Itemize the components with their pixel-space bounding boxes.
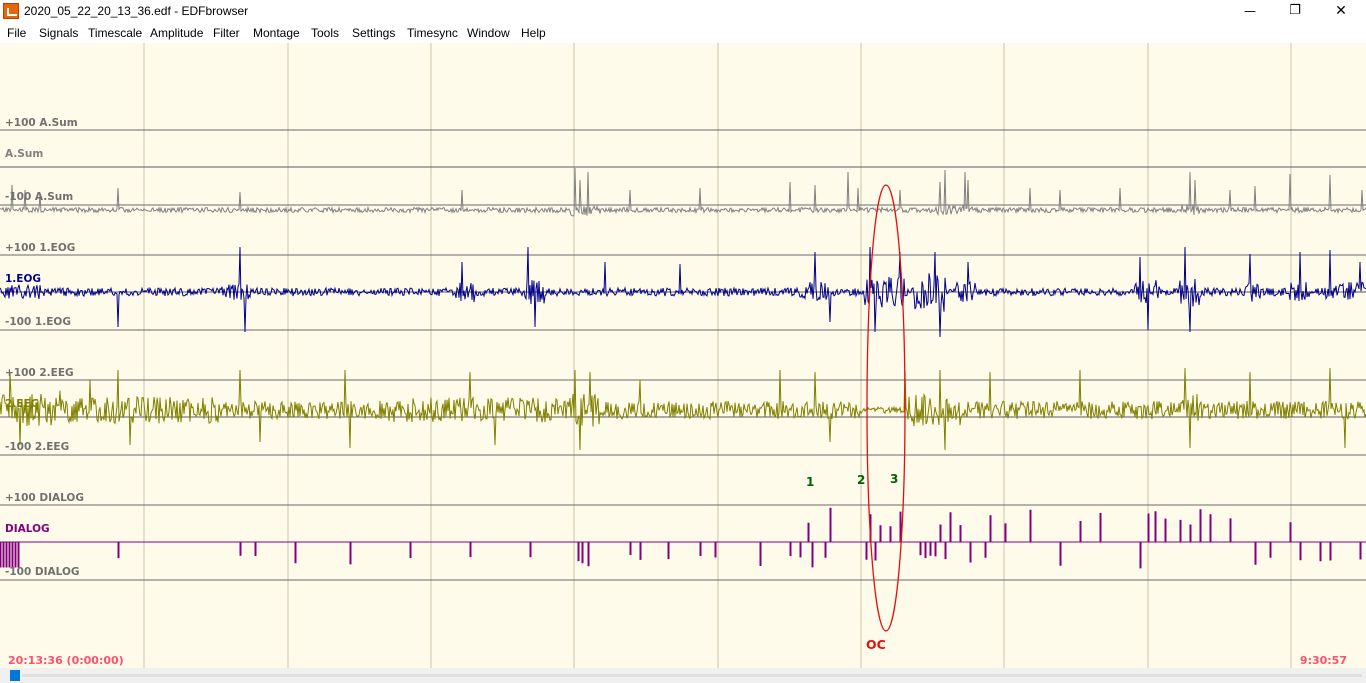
edfbrowser-app-icon	[3, 3, 19, 19]
menu-settings[interactable]: Settings	[352, 26, 395, 40]
dialog-mid-label[interactable]: DIALOG	[5, 523, 50, 535]
menu-window[interactable]: Window	[467, 26, 510, 40]
time-grid	[143, 43, 1292, 668]
asum-mid-label[interactable]: A.Sum	[5, 148, 43, 160]
menu-signals[interactable]: Signals	[39, 26, 78, 40]
duration-timestamp: 9:30:57	[1300, 654, 1347, 667]
menu-timesync[interactable]: Timesync	[407, 26, 458, 40]
menu-bar: File Signals Timescale Amplitude Filter …	[0, 23, 1366, 43]
eeg-bottom-label: -100 2.EEG	[5, 441, 69, 453]
menu-file[interactable]: File	[7, 26, 26, 40]
title-bar: 2020_05_22_20_13_36.edf - EDFbrowser — ❐…	[0, 0, 1366, 23]
dialog-bottom-label: -100 DIALOG	[5, 566, 80, 578]
eeg-top-label: +100 2.EEG	[5, 367, 74, 379]
menu-amplitude[interactable]: Amplitude	[150, 26, 203, 40]
eog-bottom-label: -100 1.EOG	[5, 316, 71, 328]
window-title: 2020_05_22_20_13_36.edf - EDFbrowser	[24, 4, 249, 18]
eog-mid-label[interactable]: 1.EOG	[5, 273, 41, 285]
annotation-marker-3: 3	[890, 472, 898, 486]
scrollbar-thumb[interactable]	[10, 670, 20, 681]
close-icon[interactable]: ✕	[1318, 0, 1364, 23]
start-timestamp: 20:13:36 (0:00:00)	[8, 654, 124, 667]
maximize-icon[interactable]: ❐	[1272, 0, 1318, 23]
asum-top-label: +100 A.Sum	[5, 117, 78, 129]
eeg-mid-label[interactable]: 2.EEG	[5, 398, 39, 410]
menu-montage[interactable]: Montage	[253, 26, 300, 40]
asum-bottom-label: -100 A.Sum	[5, 191, 73, 203]
signal-trace-asum	[0, 167, 1366, 217]
menu-filter[interactable]: Filter	[213, 26, 240, 40]
annotation-ellipse	[866, 184, 906, 632]
minimize-icon[interactable]: —	[1227, 0, 1273, 23]
annotation-marker-1: 1	[806, 475, 814, 489]
menu-timescale[interactable]: Timescale	[88, 26, 142, 40]
menu-tools[interactable]: Tools	[311, 26, 339, 40]
menu-help[interactable]: Help	[521, 26, 546, 40]
horizontal-scrollbar[interactable]	[0, 668, 1366, 683]
scrollbar-track[interactable]	[22, 674, 1362, 677]
signal-plot-area[interactable]: +100 A.Sum A.Sum -100 A.Sum +100 1.EOG 1…	[0, 43, 1366, 668]
dialog-top-label: +100 DIALOG	[5, 492, 84, 504]
signal-range-lines	[0, 129, 1366, 581]
annotation-ellipse-label: OC	[866, 637, 886, 652]
signal-trace-dialog	[0, 507, 1366, 569]
eog-top-label: +100 1.EOG	[5, 242, 75, 254]
annotation-marker-2: 2	[857, 473, 865, 487]
